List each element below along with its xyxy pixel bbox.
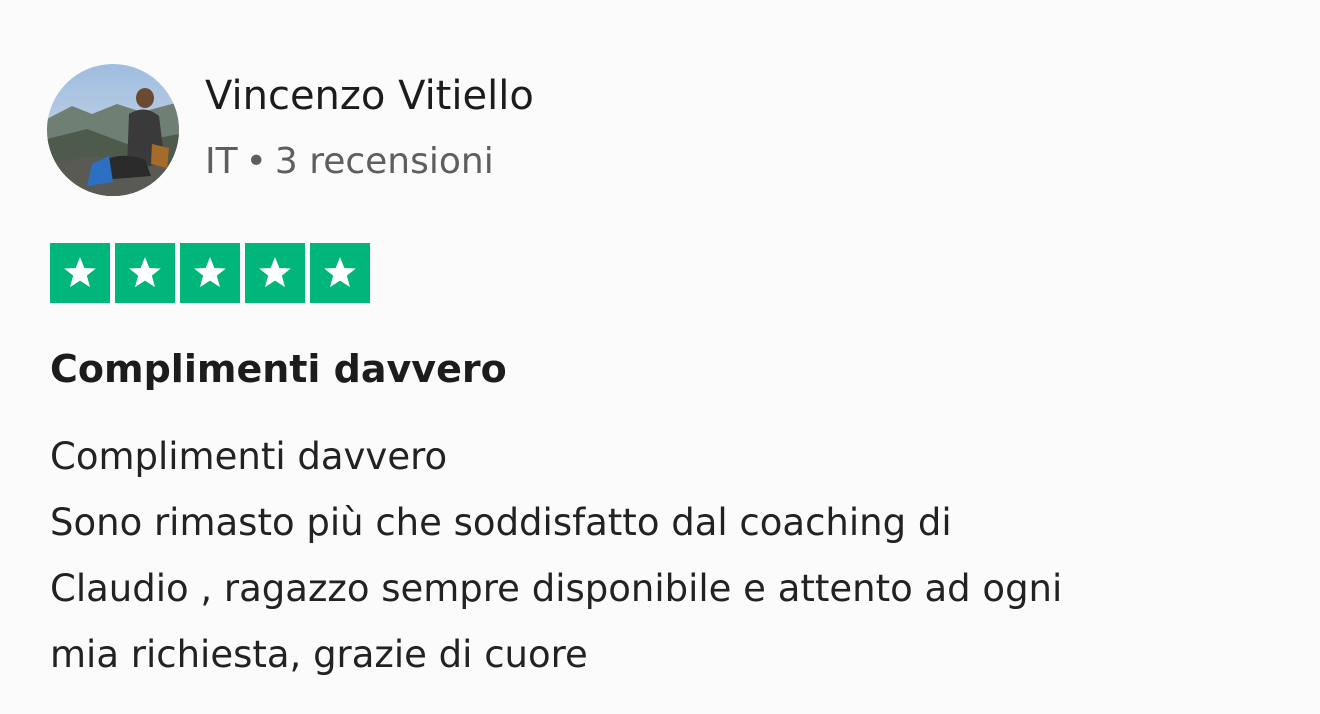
star-rating xyxy=(50,243,370,303)
star-icon xyxy=(129,257,161,288)
review-body-line: Claudio , ragazzo sempre disponibile e a… xyxy=(50,567,1063,610)
star-3 xyxy=(180,243,240,303)
review-body: Complimenti davvero Sono rimasto più che… xyxy=(50,424,1290,688)
reviewer-meta: IT • 3 recensioni xyxy=(205,138,494,186)
star-icon xyxy=(194,257,226,288)
star-5 xyxy=(310,243,370,303)
star-2 xyxy=(115,243,175,303)
review-body-line: Sono rimasto più che soddisfatto dal coa… xyxy=(50,501,952,544)
review-body-line: Complimenti davvero xyxy=(50,435,448,478)
star-1 xyxy=(50,243,110,303)
review-card: Vincenzo Vitiello IT • 3 recensioni Compli… xyxy=(0,0,1320,714)
reviewer-country: IT xyxy=(205,141,238,182)
meta-separator: • xyxy=(245,141,267,182)
review-body-line: mia richiesta, grazie di cuore xyxy=(50,633,588,676)
reviewer-review-count: 3 recensioni xyxy=(274,141,494,182)
star-icon xyxy=(324,257,356,288)
star-icon xyxy=(64,257,96,288)
reviewer-avatar[interactable] xyxy=(47,64,179,196)
review-title[interactable]: Complimenti davvero xyxy=(50,343,507,395)
star-4 xyxy=(245,243,305,303)
reviewer-name[interactable]: Vincenzo Vitiello xyxy=(205,70,534,122)
avatar-photo xyxy=(47,64,179,196)
star-icon xyxy=(259,257,291,288)
